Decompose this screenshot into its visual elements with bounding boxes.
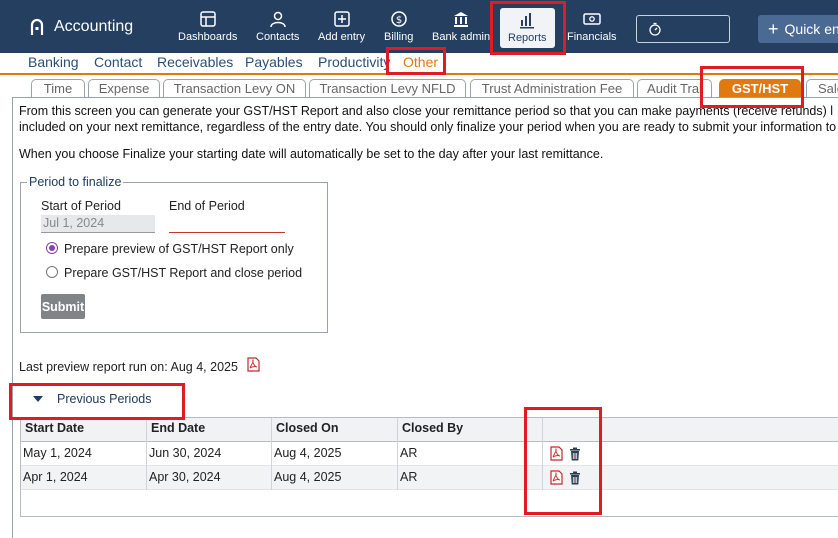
app-logo-icon [30,18,44,35]
col-closed-on[interactable]: Closed On [272,418,398,442]
cell-closed-on: Aug 4, 2025 [272,466,398,490]
nav-billing[interactable]: $ Billing [384,10,413,43]
report-tabs: Time Expense Transaction Levy ON Transac… [0,79,838,99]
tab-time[interactable]: Time [31,79,85,98]
subnav-productivity[interactable]: Productivity [318,54,390,70]
cell-end-date: Apr 30, 2024 [147,466,272,490]
tab-audit-trail[interactable]: Audit Trai [637,79,712,98]
cell-end-date: Jun 30, 2024 [147,442,272,466]
end-of-period-field[interactable] [169,215,285,233]
last-preview-date: Aug 4, 2025 [170,360,238,374]
start-of-period-label: Start of Period [41,199,121,213]
subnav-payables[interactable]: Payables [245,54,303,70]
top-navigation-bar: Accounting Dashboards Contacts Add entry… [0,0,838,53]
tab-expense[interactable]: Expense [88,79,160,98]
cell-closed-on: Aug 4, 2025 [272,442,398,466]
reports-icon [520,13,535,29]
col-start-date[interactable]: Start Date [21,418,147,442]
secondary-nav: Banking Contact Receivables Payables Pro… [0,53,838,73]
previous-periods-toggle[interactable]: Previous Periods [33,392,152,406]
nav-reports[interactable]: Reports [500,8,555,48]
table-row[interactable]: May 1, 2024 Jun 30, 2024 Aug 4, 2025 AR [21,442,838,466]
gst-hst-panel: From this screen you can generate your G… [12,98,838,538]
tab-trust-admin-fee[interactable]: Trust Administration Fee [470,79,634,98]
svg-text:$: $ [395,15,401,26]
nav-reports-label: Reports [508,32,547,44]
preview-only-radio[interactable] [46,242,58,254]
intro-text-line3: When you choose Finalize your starting d… [19,147,604,161]
nav-bank-admin[interactable]: Bank admin [432,10,490,43]
quick-entry-button[interactable]: + Quick en [758,15,838,43]
subnav-receivables[interactable]: Receivables [157,54,233,70]
preview-only-label: Prepare preview of GST/HST Report only [64,242,294,256]
nav-contacts-label: Contacts [256,31,300,43]
add-entry-icon [333,11,350,27]
previous-periods-table: Start Date End Date Closed On Closed By … [20,417,838,517]
end-of-period-label: End of Period [169,199,245,213]
subnav-banking[interactable]: Banking [28,54,79,70]
row-actions [550,446,581,461]
stopwatch-icon [649,22,661,36]
period-legend: Period to finalize [29,175,122,189]
plus-icon: + [768,19,779,39]
subnav-divider [0,73,838,75]
cell-start-date: May 1, 2024 [21,442,147,466]
nav-financials-label: Financials [567,31,617,43]
quick-entry-label: Quick en [784,21,838,37]
submit-button[interactable]: Submit [41,294,85,319]
nav-dashboards-label: Dashboards [178,31,238,43]
nav-financials[interactable]: Financials [567,10,617,43]
tab-transaction-levy-on[interactable]: Transaction Levy ON [163,79,306,98]
row-actions [550,470,581,485]
last-preview-label: Last preview report run on: Aug 4, 2025 [19,360,238,374]
brand[interactable]: Accounting [30,18,133,36]
financials-icon [583,13,601,25]
cell-closed-by: AR [398,442,543,466]
bank-icon [454,12,469,27]
subnav-contact[interactable]: Contact [94,54,142,70]
pdf-icon[interactable] [550,446,563,461]
contacts-icon [269,11,286,28]
dashboards-icon [199,11,216,27]
tab-gst-hst[interactable]: GST/HST [719,79,801,98]
app-title: Accounting [54,18,134,35]
tab-transaction-levy-nfld[interactable]: Transaction Levy NFLD [309,79,466,98]
cell-closed-by: AR [398,466,543,490]
nav-billing-label: Billing [384,31,414,43]
nav-add-entry-label: Add entry [318,31,366,43]
intro-text-line1: From this screen you can generate your G… [19,104,834,118]
billing-icon: $ [390,11,407,27]
pdf-icon[interactable] [247,357,260,372]
col-actions [543,418,838,442]
nav-bank-admin-label: Bank admin [432,31,491,43]
close-period-label: Prepare GST/HST Report and close period [64,266,303,280]
col-end-date[interactable]: End Date [147,418,272,442]
nav-dashboards[interactable]: Dashboards [178,10,237,43]
col-closed-by[interactable]: Closed By [398,418,543,442]
subnav-other[interactable]: Other [403,54,438,70]
intro-text-line2: included on your next remittance, regard… [19,120,837,134]
close-period-radio[interactable] [46,266,58,278]
timer-widget[interactable] [636,15,730,43]
table-row[interactable]: Apr 1, 2024 Apr 30, 2024 Aug 4, 2025 AR [21,466,838,490]
cell-start-date: Apr 1, 2024 [21,466,147,490]
previous-periods-label: Previous Periods [57,392,152,406]
pdf-icon[interactable] [550,470,563,485]
start-of-period-field: Jul 1, 2024 [41,215,155,233]
nav-contacts[interactable]: Contacts [256,10,299,43]
last-preview-text: Last preview report run on: [19,360,168,374]
trash-icon[interactable] [569,447,581,461]
trash-icon[interactable] [569,471,581,485]
table-header: Start Date End Date Closed On Closed By [21,418,838,442]
tab-sales[interactable]: Sale [806,79,838,98]
caret-down-icon [33,396,43,402]
nav-add-entry[interactable]: Add entry [318,10,365,43]
